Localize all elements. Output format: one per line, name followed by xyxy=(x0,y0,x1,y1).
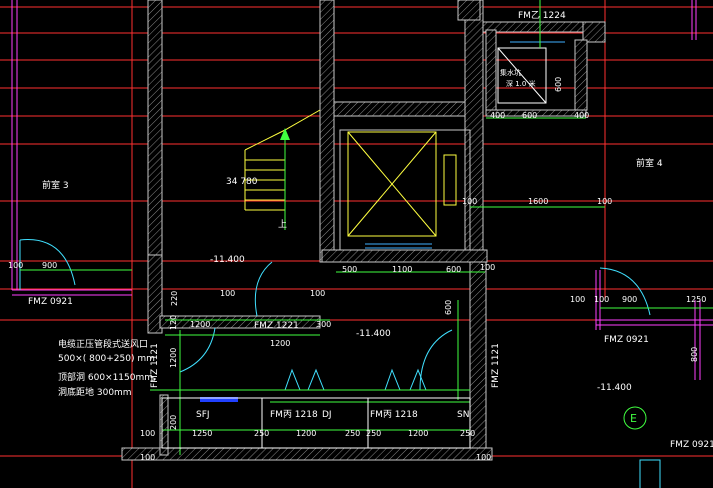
dim-1600: 1600 xyxy=(528,197,548,206)
door-top-label: FM乙 1224 xyxy=(518,10,566,21)
room-sn-label: SN xyxy=(457,410,469,420)
dim-100-e: 100 xyxy=(462,197,477,206)
elev-left-label: -11.400 xyxy=(210,255,245,265)
dim-100-k: 100 xyxy=(220,289,235,298)
dim-600-v: 600 xyxy=(444,300,453,315)
fm-a-label: FM丙 1218 xyxy=(270,409,318,420)
dim-100-g: 100 xyxy=(480,263,495,272)
door-right-label: FMZ 0921 xyxy=(604,335,649,345)
cad-floor-plan: FM乙 1224 前室 3 前室 4 -11.400 -11.400 -11.4… xyxy=(0,0,713,488)
dim-800-v: 800 xyxy=(690,347,699,362)
dim-1100: 1100 xyxy=(392,265,412,274)
dim-400-a: 400 xyxy=(490,111,505,120)
dim-100-h: 100 xyxy=(140,429,155,438)
magenta-lines xyxy=(11,0,713,380)
room-left-label: 前室 3 xyxy=(42,179,69,191)
elev-stair-label: 34 780 xyxy=(226,177,258,187)
elev-mid-label: -11.400 xyxy=(356,329,391,339)
dim-500: 500 xyxy=(342,265,357,274)
fm-b-label: FM丙 1218 xyxy=(370,409,418,420)
note-line-2: 500×( 800+250) mm xyxy=(58,354,155,364)
stair xyxy=(244,109,321,230)
dim-250-d: 250 xyxy=(460,429,475,438)
note-line-1: 电缆正压管段式送风口 xyxy=(58,338,148,350)
room-sfj-label: SFJ xyxy=(196,410,210,420)
dim-1200-e: 1200 xyxy=(408,429,428,438)
dim-100-f: 100 xyxy=(597,197,612,206)
dim-250-b: 250 xyxy=(345,429,360,438)
door-far-right-label: FMZ 0921 xyxy=(670,440,713,450)
dim-200-v: 200 xyxy=(169,415,178,430)
dim-100-i: 100 xyxy=(140,453,155,462)
dim-300: 300 xyxy=(316,320,331,329)
door-vert-right-label: FMZ 1121 xyxy=(491,343,501,388)
dim-600-a: 600 xyxy=(446,265,461,274)
dim-400-b: 400 xyxy=(574,111,589,120)
hatched-walls xyxy=(121,0,606,461)
dim-250-c: 250 xyxy=(366,429,381,438)
dim-100-mid-l: 100 xyxy=(570,295,585,304)
dim-120-v: 120 xyxy=(169,315,178,330)
service-rooms xyxy=(161,397,471,449)
note-line-4: 洞底距地 300mm xyxy=(58,386,132,398)
grid-lines xyxy=(0,0,713,488)
door-mid-label: FMZ 1221 xyxy=(254,321,299,331)
stair-up-label: 上 xyxy=(278,219,287,230)
dim-220: 220 xyxy=(170,291,179,306)
top-box-line2: 深 1.0 米 xyxy=(506,79,536,88)
top-box-line1: 集水坑 xyxy=(500,68,521,77)
dim-900-right: 900 xyxy=(622,295,637,304)
dimension-lines xyxy=(20,117,713,455)
dim-250-a: 250 xyxy=(254,429,269,438)
dim-1250-right: 1250 xyxy=(686,295,706,304)
note-line-3: 顶部洞 600×1150mm, xyxy=(58,371,156,383)
elevator-shaft xyxy=(347,131,457,249)
room-right-label: 前室 4 xyxy=(636,157,663,169)
dim-1250-bot: 1250 xyxy=(192,429,212,438)
dim-1200-d: 1200 xyxy=(296,429,316,438)
dim-100-j: 100 xyxy=(476,453,491,462)
elev-right-label: -11.400 xyxy=(597,383,632,393)
dim-600-b: 600 xyxy=(522,111,537,120)
dim-900-left: 900 xyxy=(42,261,57,270)
dim-600-c: 600 xyxy=(554,77,563,92)
dim-100-right: 100 xyxy=(594,295,609,304)
dim-100-left: 100 xyxy=(8,261,23,270)
door-left-label: FMZ 0921 xyxy=(28,297,73,307)
room-dj-label: DJ xyxy=(322,410,332,420)
dim-1200-v: 1200 xyxy=(169,348,178,368)
dim-1200-b: 1200 xyxy=(270,339,290,348)
dim-1200-a: 1200 xyxy=(190,320,210,329)
dim-100-l: 100 xyxy=(310,289,325,298)
axis-marker-label: E xyxy=(630,412,637,425)
